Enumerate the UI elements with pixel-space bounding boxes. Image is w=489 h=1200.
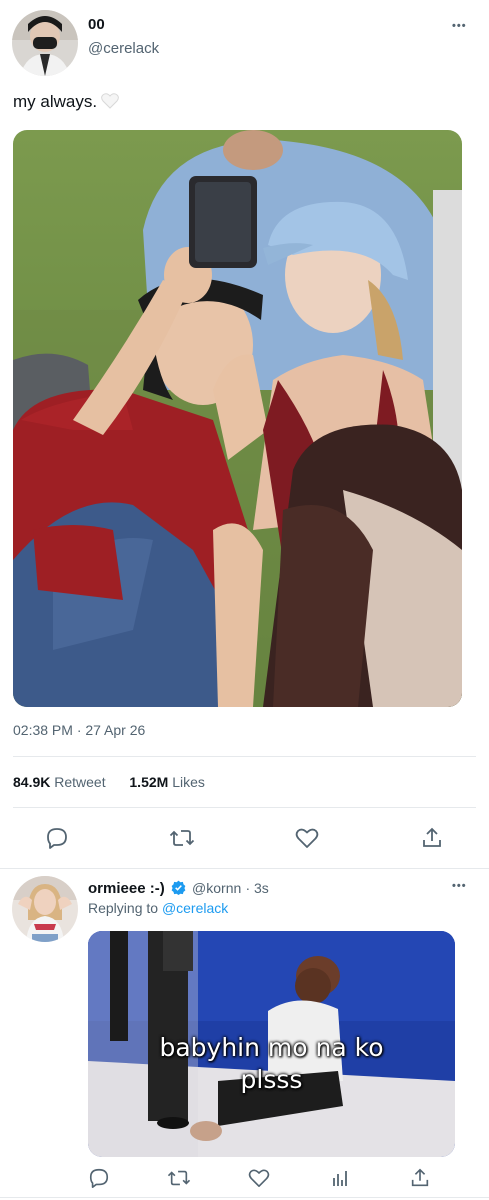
verified-badge-icon <box>171 880 186 895</box>
retweet-icon[interactable] <box>168 824 196 852</box>
gif-caption-line1: babyhin mo na ko <box>159 1033 384 1062</box>
author-avatar[interactable] <box>12 10 78 76</box>
retweet-icon[interactable] <box>165 1164 193 1192</box>
more-options-icon[interactable]: ••• <box>452 20 467 32</box>
tweet-stats: 84.9K Retweet 1.52M Likes <box>13 774 205 790</box>
divider <box>13 756 476 757</box>
analytics-icon[interactable] <box>326 1164 354 1192</box>
like-icon[interactable] <box>293 824 321 852</box>
author-name[interactable]: 00 <box>88 16 105 33</box>
white-heart-icon <box>101 93 119 109</box>
reply-author-name[interactable]: ormieee :-) <box>88 880 165 897</box>
tweet-photo[interactable] <box>13 130 462 707</box>
tweet-text: my always. <box>13 92 119 112</box>
likes-count[interactable]: 1.52M <box>129 774 168 790</box>
gif-caption-line2: plsss <box>240 1065 303 1094</box>
reply-author-avatar[interactable] <box>12 876 78 942</box>
reply-more-options-icon[interactable]: ••• <box>452 880 467 892</box>
bottom-separator <box>0 1197 489 1198</box>
tweet-timestamp[interactable]: 02:38 PM · 27 Apr 26 <box>13 722 145 738</box>
share-icon[interactable] <box>418 824 446 852</box>
reply-action-bar <box>0 1164 489 1194</box>
reply-author-handle[interactable]: @kornn <box>192 880 241 896</box>
divider <box>13 807 476 808</box>
retweet-count[interactable]: 84.9K <box>13 774 50 790</box>
likes-label[interactable]: Likes <box>172 774 205 790</box>
like-icon[interactable] <box>245 1164 273 1192</box>
replying-to-label: Replying to <box>88 900 159 916</box>
replying-to: Replying to @cerelack <box>88 900 228 916</box>
tweet-action-bar <box>0 824 489 854</box>
share-icon[interactable] <box>406 1164 434 1192</box>
retweet-label[interactable]: Retweet <box>54 774 105 790</box>
reply-author-line: ormieee :-) @kornn · 3s <box>88 880 269 897</box>
reply-icon[interactable] <box>43 824 71 852</box>
tweet-separator <box>0 868 489 869</box>
tweet-text-content: my always. <box>13 92 98 111</box>
replying-to-handle[interactable]: @cerelack <box>162 900 228 916</box>
author-handle[interactable]: @cerelack <box>88 40 159 57</box>
reply-icon[interactable] <box>85 1164 113 1192</box>
reply-gif[interactable]: babyhin mo na ko plsss <box>88 931 455 1157</box>
reply-time[interactable]: · 3s <box>245 880 268 896</box>
